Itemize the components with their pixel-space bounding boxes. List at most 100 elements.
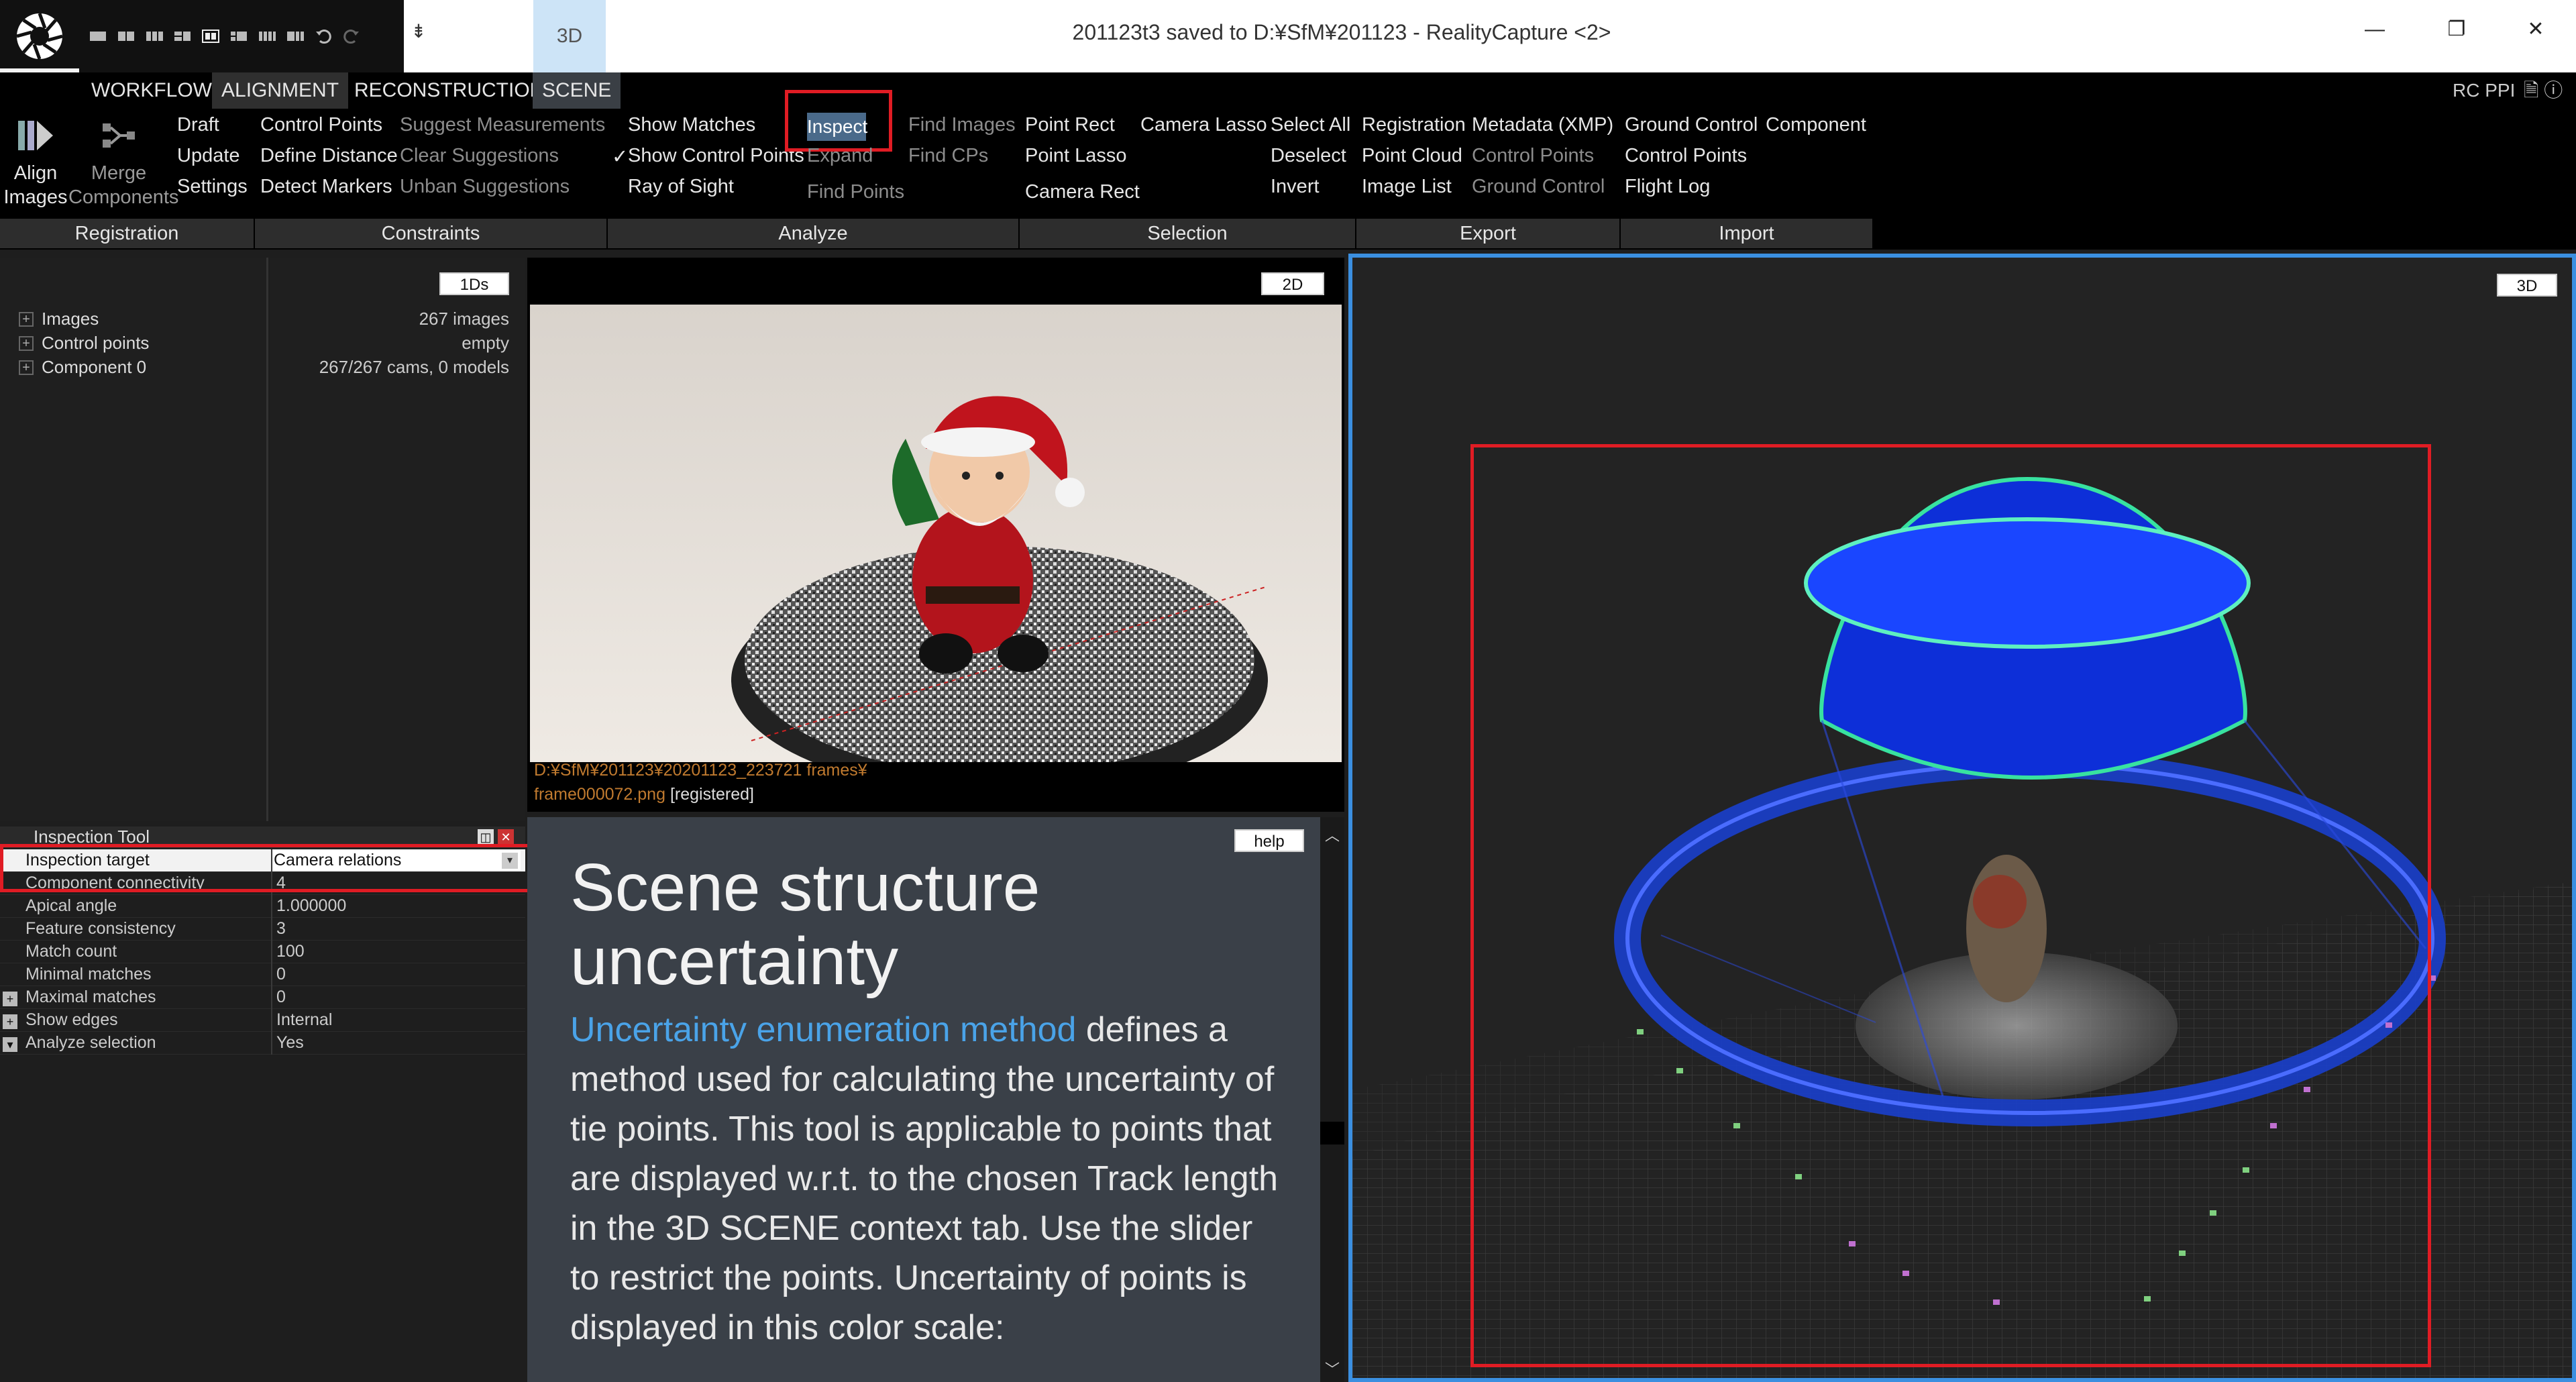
camera-lasso-button[interactable]: Camera Lasso xyxy=(1140,114,1267,136)
inspection-value[interactable]: Yes xyxy=(276,1033,304,1053)
inspection-row[interactable]: Component connectivity 4 xyxy=(0,872,525,895)
tab-alignment[interactable]: ALIGNMENT xyxy=(212,72,349,109)
qat-dropdown-icon[interactable]: ⇟ xyxy=(407,20,431,52)
layout-7-icon[interactable] xyxy=(255,24,279,48)
inspection-value[interactable]: 0 xyxy=(276,988,286,1007)
scroll-thumb[interactable] xyxy=(1320,1122,1344,1145)
import-flight-log-button[interactable]: Flight Log xyxy=(1625,176,1710,198)
merge-components-button[interactable]: Merge Components xyxy=(68,114,178,209)
detect-markers-button[interactable]: Detect Markers xyxy=(260,176,392,198)
import-control-points-button[interactable]: Control Points xyxy=(1625,145,1747,167)
inspection-value[interactable]: Internal xyxy=(276,1010,332,1030)
point-lasso-button[interactable]: Point Lasso xyxy=(1025,145,1127,167)
redo-icon[interactable] xyxy=(339,24,364,48)
export-ground-control-button[interactable]: Ground Control xyxy=(1472,176,1605,198)
align-images-button[interactable]: Align Images xyxy=(3,114,68,209)
settings-button[interactable]: Settings xyxy=(177,176,248,198)
export-point-cloud-button[interactable]: Point Cloud xyxy=(1362,145,1462,167)
deselect-button[interactable]: Deselect xyxy=(1271,145,1346,167)
tree-item-images[interactable]: + Images xyxy=(19,309,99,329)
inspection-row[interactable]: Show edges Internal + xyxy=(0,1009,525,1032)
draft-button[interactable]: Draft xyxy=(177,114,219,136)
inspection-value[interactable]: 0 xyxy=(276,965,286,984)
find-images-button[interactable]: Find Images xyxy=(908,114,1016,136)
invert-button[interactable]: Invert xyxy=(1271,176,1320,198)
update-button[interactable]: Update xyxy=(177,145,240,167)
tree-item-component-0[interactable]: + Component 0 xyxy=(19,357,146,378)
clear-suggestions-button[interactable]: Clear Suggestions xyxy=(400,145,559,167)
inspection-row[interactable]: Analyze selection Yes ▾ xyxy=(0,1032,525,1055)
layout-4-icon[interactable] xyxy=(170,24,195,48)
export-control-points-button[interactable]: Control Points xyxy=(1472,145,1594,167)
scene-3d-view[interactable]: 3D xyxy=(1348,254,2576,1382)
undo-icon[interactable] xyxy=(311,24,335,48)
layout-1-icon[interactable] xyxy=(86,24,110,48)
expand-icon[interactable]: + xyxy=(19,360,34,375)
inspection-value[interactable]: 4 xyxy=(276,873,286,893)
side-toggle-icon[interactable]: + xyxy=(3,1014,17,1029)
find-points-button[interactable]: Find Points xyxy=(807,181,904,203)
unban-suggestions-button[interactable]: Unban Suggestions xyxy=(400,176,570,198)
minimize-icon[interactable]: — xyxy=(2348,9,2402,50)
dropdown-arrow-icon[interactable]: ▾ xyxy=(502,853,518,869)
layout-6-icon[interactable] xyxy=(227,24,251,48)
tab-scene[interactable]: SCENE xyxy=(533,72,621,109)
app-logo[interactable] xyxy=(0,0,79,72)
inspection-value[interactable]: 3 xyxy=(276,919,286,939)
scroll-down-icon[interactable]: ﹀ xyxy=(1320,1358,1344,1379)
find-cps-button[interactable]: Find CPs xyxy=(908,145,988,167)
inspection-column-divider xyxy=(271,986,272,1009)
expand-icon[interactable]: + xyxy=(19,335,34,351)
tree-item-control-points[interactable]: + Control points xyxy=(19,333,149,354)
restore-icon[interactable]: ❐ xyxy=(2430,9,2483,50)
export-image-list-button[interactable]: Image List xyxy=(1362,176,1452,198)
layout-5-icon[interactable] xyxy=(199,24,223,48)
close-panel-icon[interactable]: ✕ xyxy=(498,829,514,845)
panel-2d-badge[interactable]: 2D xyxy=(1261,272,1324,295)
help-button[interactable]: help xyxy=(1234,829,1304,852)
expand-icon[interactable]: + xyxy=(19,311,34,327)
control-points-button[interactable]: Control Points xyxy=(260,114,382,136)
layout-3d-tab[interactable]: 3D xyxy=(533,0,606,72)
layout-2-icon[interactable] xyxy=(114,24,138,48)
scroll-up-icon[interactable]: ︿ xyxy=(1320,824,1344,845)
help-info-icon[interactable]: 🗎 ⓘ xyxy=(2524,72,2563,109)
inspection-row[interactable]: Minimal matches 0 xyxy=(0,963,525,986)
export-registration-button[interactable]: Registration xyxy=(1362,114,1466,136)
show-control-points-toggle[interactable]: Show Control Points xyxy=(628,145,804,167)
inspection-key: Component connectivity xyxy=(25,873,205,892)
side-toggle-icon[interactable]: + xyxy=(3,992,17,1006)
help-scrollbar[interactable]: ︿ ﹀ xyxy=(1320,817,1344,1382)
expand-button[interactable]: Expand xyxy=(807,145,873,167)
tab-workflow[interactable]: WORKFLOW xyxy=(82,72,221,109)
close-icon[interactable]: ✕ xyxy=(2509,9,2563,50)
rc-ppi-label[interactable]: RC PPI xyxy=(2453,72,2515,109)
ray-of-sight-toggle[interactable]: Ray of Sight xyxy=(628,176,734,198)
select-all-button[interactable]: Select All xyxy=(1271,114,1350,136)
point-rect-button[interactable]: Point Rect xyxy=(1025,114,1115,136)
define-distance-button[interactable]: Define Distance xyxy=(260,145,398,167)
inspection-value[interactable]: 1.000000 xyxy=(276,896,346,916)
inspection-row[interactable]: Inspection target Camera relations ▾ xyxy=(0,849,525,872)
import-component-button[interactable]: Component xyxy=(1766,114,1866,136)
help-link[interactable]: Uncertainty enumeration method xyxy=(570,1010,1076,1049)
inspection-row[interactable]: Apical angle 1.000000 xyxy=(0,895,525,918)
image-2d-view[interactable]: 2D D:¥SfM¥201123¥20201123_223721 frames¥… xyxy=(527,258,1344,812)
panel-1ds-badge[interactable]: 1Ds xyxy=(439,272,509,295)
inspection-row[interactable]: Match count 100 xyxy=(0,941,525,963)
suggest-measurements-button[interactable]: Suggest Measurements xyxy=(400,114,605,136)
inspection-row[interactable]: Maximal matches 0 + xyxy=(0,986,525,1009)
tab-reconstruction[interactable]: RECONSTRUCTION xyxy=(345,72,553,109)
camera-rect-button[interactable]: Camera Rect xyxy=(1025,181,1140,203)
side-toggle-icon[interactable]: ▾ xyxy=(3,1037,17,1052)
import-ground-control-button[interactable]: Ground Control xyxy=(1625,114,1758,136)
inspection-value[interactable]: 100 xyxy=(276,942,305,961)
inspect-button[interactable]: Inspect xyxy=(807,113,867,141)
inspection-value[interactable]: Camera relations xyxy=(274,851,521,870)
layout-3-icon[interactable] xyxy=(142,24,166,48)
show-matches-toggle[interactable]: Show Matches xyxy=(628,114,755,136)
export-metadata-xmp-button[interactable]: Metadata (XMP) xyxy=(1472,114,1613,136)
layout-8-icon[interactable] xyxy=(283,24,307,48)
inspection-row[interactable]: Feature consistency 3 xyxy=(0,918,525,941)
pin-icon[interactable]: ◫ xyxy=(478,829,494,845)
